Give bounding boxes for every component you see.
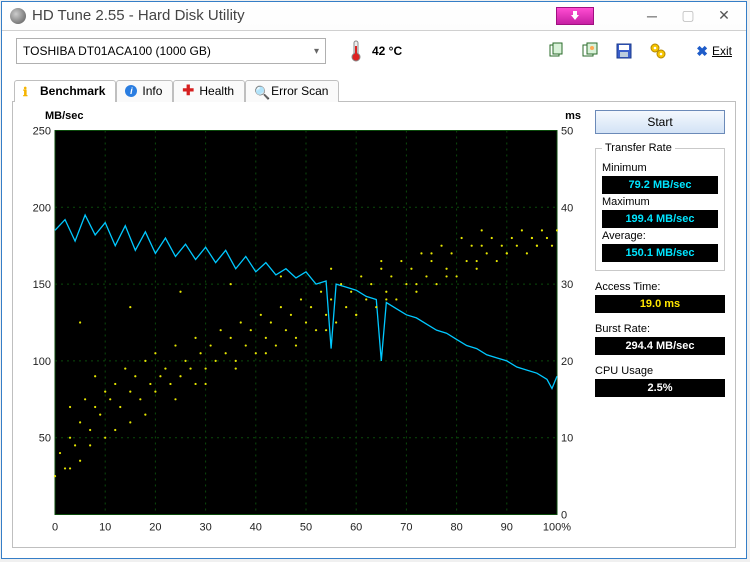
svg-text:100%: 100%	[543, 522, 571, 534]
svg-text:90: 90	[501, 522, 513, 534]
toolbar-icons	[546, 41, 668, 61]
burst-value: 294.4 MB/sec	[595, 337, 725, 355]
y-axis-right-label: ms	[565, 110, 581, 122]
svg-text:30: 30	[199, 522, 211, 534]
svg-text:50: 50	[300, 522, 312, 534]
svg-text:20: 20	[561, 356, 573, 368]
svg-text:200: 200	[33, 202, 51, 214]
chart-area: MB/sec ms 0102030405060708090100%5010015…	[21, 110, 585, 539]
exit-label: Exit	[712, 44, 732, 58]
start-button[interactable]: Start	[595, 110, 725, 134]
svg-text:250: 250	[33, 126, 51, 138]
max-label: Maximum	[602, 196, 718, 208]
thermometer-icon	[350, 40, 362, 62]
svg-text:0: 0	[52, 522, 58, 534]
svg-text:10: 10	[99, 522, 111, 534]
transfer-rate-legend: Transfer Rate	[602, 142, 675, 154]
benchmark-panel: MB/sec ms 0102030405060708090100%5010015…	[12, 101, 736, 548]
svg-text:70: 70	[400, 522, 412, 534]
svg-text:40: 40	[250, 522, 262, 534]
drive-select[interactable]: TOSHIBA DT01ACA100 (1000 GB) ▾	[16, 38, 326, 64]
avg-label: Average:	[602, 230, 718, 242]
svg-text:60: 60	[350, 522, 362, 534]
maximize-button[interactable]: ▢	[670, 4, 706, 28]
minimize-button[interactable]: ─	[634, 4, 670, 28]
svg-text:30: 30	[561, 279, 573, 291]
y-axis-left-label: MB/sec	[45, 110, 84, 122]
cpu-usage-group: CPU Usage 2.5%	[595, 363, 725, 397]
svg-text:0: 0	[561, 510, 567, 522]
screenshot-icon[interactable]	[580, 41, 600, 61]
svg-text:100: 100	[33, 356, 51, 368]
info-icon: i	[125, 85, 137, 97]
window-title: HD Tune 2.55 - Hard Disk Utility	[32, 7, 245, 24]
burst-label: Burst Rate:	[595, 323, 725, 335]
titlebar: HD Tune 2.55 - Hard Disk Utility ─ ▢ ✕	[2, 2, 746, 31]
max-value: 199.4 MB/sec	[602, 210, 718, 228]
cpu-label: CPU Usage	[595, 365, 725, 377]
temperature-value: 42 °C	[372, 44, 402, 58]
tab-benchmark[interactable]: ℹ Benchmark	[14, 80, 116, 102]
tab-label: Benchmark	[40, 84, 105, 98]
tab-label: Health	[199, 84, 234, 98]
tab-health[interactable]: ✚ Health	[173, 80, 245, 102]
drive-select-value: TOSHIBA DT01ACA100 (1000 GB)	[23, 44, 211, 58]
svg-text:40: 40	[561, 202, 573, 214]
scan-icon: 🔍	[254, 85, 266, 97]
titlebar-extra-button[interactable]	[556, 7, 594, 25]
exit-x-icon: ✖	[696, 43, 708, 60]
benchmark-chart: 0 10 20 30 40 50 60 70 80 90 100% 50 100 150 200 250 0 10…	[21, 110, 585, 539]
svg-text:50: 50	[561, 126, 573, 138]
side-panel: Start Transfer Rate Minimum 79.2 MB/sec …	[595, 110, 725, 539]
cpu-value: 2.5%	[595, 379, 725, 397]
svg-text:50: 50	[39, 433, 51, 445]
app-icon	[10, 8, 26, 24]
min-label: Minimum	[602, 162, 718, 174]
svg-text:80: 80	[450, 522, 462, 534]
settings-icon[interactable]	[648, 41, 668, 61]
svg-text:150: 150	[33, 279, 51, 291]
app-window: HD Tune 2.55 - Hard Disk Utility ─ ▢ ✕ T…	[1, 1, 747, 559]
exit-button[interactable]: ✖ Exit	[696, 43, 732, 60]
tab-error-scan[interactable]: 🔍 Error Scan	[245, 80, 339, 102]
access-time-group: Access Time: 19.0 ms	[595, 279, 725, 313]
transfer-rate-group: Transfer Rate Minimum 79.2 MB/sec Maximu…	[595, 142, 725, 271]
tab-info[interactable]: i Info	[116, 80, 173, 102]
benchmark-icon: ℹ	[23, 85, 35, 97]
min-value: 79.2 MB/sec	[602, 176, 718, 194]
burst-rate-group: Burst Rate: 294.4 MB/sec	[595, 321, 725, 355]
access-label: Access Time:	[595, 281, 725, 293]
svg-text:20: 20	[149, 522, 161, 534]
svg-text:10: 10	[561, 433, 573, 445]
avg-value: 150.1 MB/sec	[602, 244, 718, 262]
chevron-down-icon: ▾	[314, 46, 319, 57]
toolbar: TOSHIBA DT01ACA100 (1000 GB) ▾ 42 °C ✖	[2, 31, 746, 73]
save-icon[interactable]	[614, 41, 634, 61]
health-icon: ✚	[182, 85, 194, 97]
copy-icon[interactable]	[546, 41, 566, 61]
tab-label: Info	[142, 84, 162, 98]
access-value: 19.0 ms	[595, 295, 725, 313]
tab-strip: ℹ Benchmark i Info ✚ Health 🔍 Error Scan	[2, 76, 746, 101]
tab-label: Error Scan	[271, 84, 328, 98]
close-button[interactable]: ✕	[706, 4, 742, 28]
